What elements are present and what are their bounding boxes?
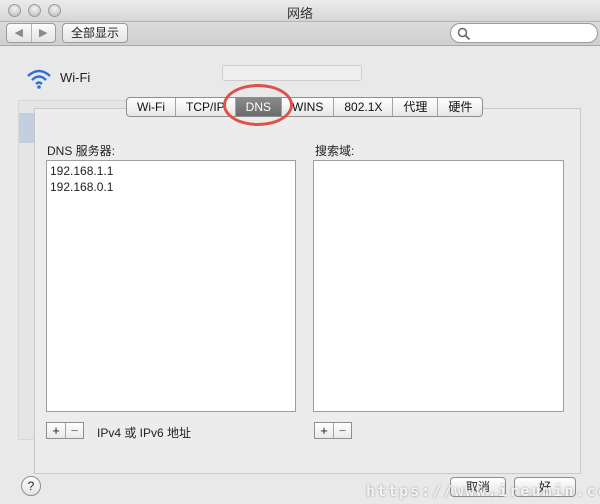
add-dns-server-button[interactable]: + <box>47 423 65 438</box>
annotation-highlight-ring <box>223 84 293 126</box>
back-button[interactable]: ◀ <box>7 24 31 42</box>
forward-button[interactable]: ▶ <box>30 24 56 42</box>
wifi-icon <box>27 69 51 89</box>
search-domain-list[interactable] <box>313 160 564 412</box>
tab-hardware[interactable]: 硬件 <box>438 98 482 116</box>
domain-add-remove-control: + − <box>314 422 352 439</box>
remove-dns-server-button[interactable]: − <box>65 423 83 438</box>
dns-server-entry[interactable]: 192.168.1.1 <box>47 163 295 179</box>
search-field[interactable] <box>450 23 598 43</box>
dns-server-list[interactable]: 192.168.1.1 192.168.0.1 <box>46 160 296 412</box>
address-hint: IPv4 或 IPv6 地址 <box>97 426 192 440</box>
toolbar: ◀ ▶ 全部显示 <box>0 22 600 46</box>
watermark: https://www.ireumin.cc <box>366 482 600 500</box>
location-row <box>178 65 468 82</box>
tab-proxy[interactable]: 代理 <box>393 98 439 116</box>
dns-server-entry[interactable]: 192.168.0.1 <box>47 179 295 195</box>
tab-8021x[interactable]: 802.1X <box>334 98 394 116</box>
title-bar: 网络 <box>0 0 600 22</box>
service-name: Wi-Fi <box>60 70 91 85</box>
show-all-button[interactable]: 全部显示 <box>62 23 128 43</box>
add-search-domain-button[interactable]: + <box>315 423 333 438</box>
dns-servers-label: DNS 服务器: <box>47 144 116 158</box>
window-title: 网络 <box>286 6 313 21</box>
location-popup <box>222 65 362 81</box>
search-icon <box>457 27 471 41</box>
help-button[interactable]: ? <box>21 476 41 496</box>
search-domains-label: 搜索域: <box>315 144 355 158</box>
dns-add-remove-control: + − <box>46 422 84 439</box>
remove-search-domain-button[interactable]: − <box>333 423 351 438</box>
tab-bar: Wi-Fi TCP/IP DNS WINS 802.1X 代理 硬件 <box>126 97 484 117</box>
tab-wifi[interactable]: Wi-Fi <box>127 98 176 116</box>
nav-segment: ◀ ▶ <box>6 23 56 43</box>
